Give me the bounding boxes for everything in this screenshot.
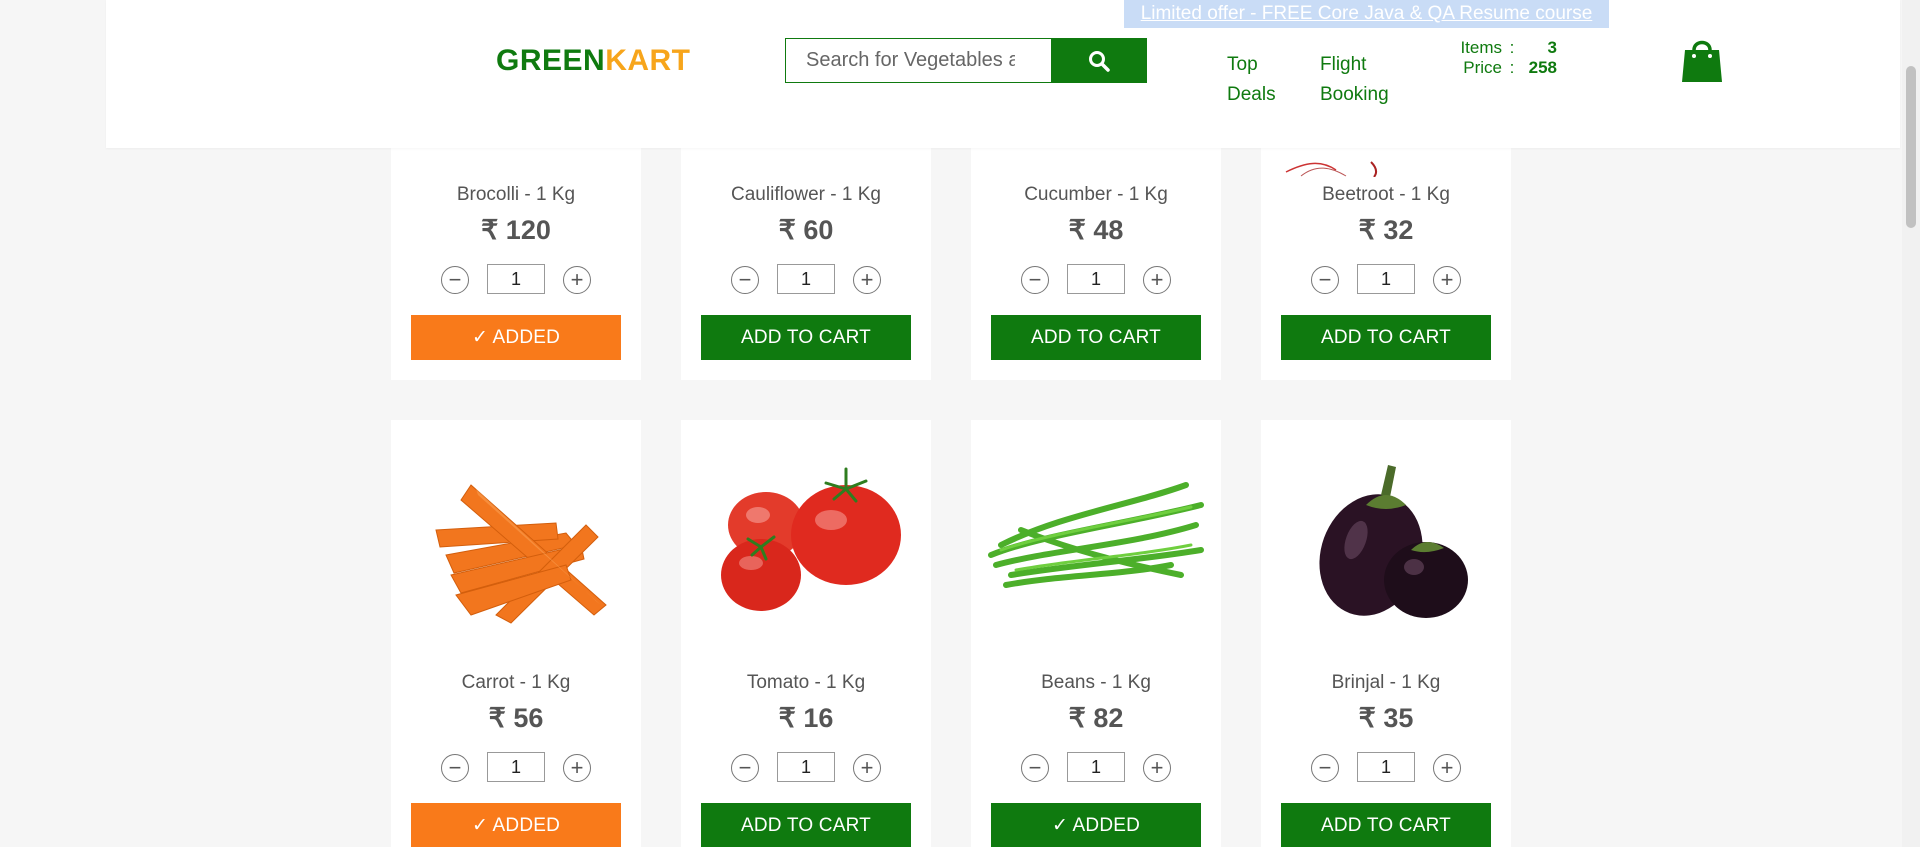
nav-top-deals-link[interactable]: Top Deals <box>1227 50 1276 110</box>
product-name: Beans - 1 Kg <box>1041 672 1151 693</box>
product-card-cauliflower: Cauliflower - 1 Kg ₹ 60 − + ADD TO CART <box>681 120 931 380</box>
product-price: ₹ 56 <box>488 703 544 733</box>
cart-bag-icon[interactable] <box>1681 36 1723 84</box>
increment-button[interactable]: + <box>1433 754 1461 782</box>
product-name: Carrot - 1 Kg <box>461 672 571 693</box>
quantity-stepper: − + <box>1021 752 1171 784</box>
product-card-beetroot: Beetroot - 1 Kg ₹ 32 − + ADD TO CART <box>1261 120 1511 380</box>
product-price: ₹ 32 <box>1358 215 1414 245</box>
decrement-button[interactable]: − <box>1021 266 1049 294</box>
increment-button[interactable]: + <box>563 266 591 294</box>
cart-items-label: Items <box>1460 38 1502 57</box>
cart-price-separator: : <box>1509 58 1515 77</box>
scrollbar-thumb[interactable] <box>1906 66 1916 228</box>
decrement-button[interactable]: − <box>1311 754 1339 782</box>
nav-top-deals-line1: Top <box>1227 54 1258 75</box>
add-to-cart-button[interactable]: ADD TO CART <box>1281 315 1491 360</box>
cart-items-separator: : <box>1509 38 1515 57</box>
quantity-stepper: − + <box>731 752 881 784</box>
quantity-input[interactable] <box>1357 752 1415 782</box>
cart-price-label: Price <box>1463 58 1502 77</box>
quantity-stepper: − + <box>441 264 591 296</box>
quantity-input[interactable] <box>1067 752 1125 782</box>
product-card-carrot: Carrot - 1 Kg ₹ 56 − + ✓ ADDED <box>391 420 641 847</box>
quantity-stepper: − + <box>731 264 881 296</box>
product-name: Beetroot - 1 Kg <box>1322 184 1450 205</box>
quantity-input[interactable] <box>1067 264 1125 294</box>
quantity-input[interactable] <box>777 752 835 782</box>
product-price: ₹ 48 <box>1068 215 1124 245</box>
product-name: Cauliflower - 1 Kg <box>731 184 881 205</box>
product-card-beans: Beans - 1 Kg ₹ 82 − + ✓ ADDED <box>971 420 1221 847</box>
product-price: ₹ 60 <box>778 215 834 245</box>
added-button[interactable]: ✓ ADDED <box>411 315 621 360</box>
quantity-input[interactable] <box>777 264 835 294</box>
nav-top-deals-line2: Deals <box>1227 84 1276 105</box>
product-name: Cucumber - 1 Kg <box>1024 184 1168 205</box>
nav-flight-booking-link[interactable]: Flight Booking <box>1320 50 1389 110</box>
product-name: Tomato - 1 Kg <box>746 672 866 693</box>
cart-info: Items : 3 Price : 258 <box>1450 38 1557 78</box>
quantity-input[interactable] <box>487 752 545 782</box>
add-to-cart-button[interactable]: ADD TO CART <box>991 315 1201 360</box>
increment-button[interactable]: + <box>1143 754 1171 782</box>
product-card-brinjal: Brinjal - 1 Kg ₹ 35 − + ADD TO CART <box>1261 420 1511 847</box>
increment-button[interactable]: + <box>853 754 881 782</box>
logo-green-text: GREEN <box>496 44 606 77</box>
increment-button[interactable]: + <box>563 754 591 782</box>
nav-flight-line2: Booking <box>1320 84 1389 105</box>
cart-price-value: 258 <box>1528 58 1557 77</box>
product-price: ₹ 82 <box>1068 703 1124 733</box>
add-to-cart-button[interactable]: ADD TO CART <box>701 315 911 360</box>
decrement-button[interactable]: − <box>1311 266 1339 294</box>
limited-offer-link[interactable]: Limited offer - FREE Core Java & QA Resu… <box>1124 0 1609 28</box>
brinjal-image <box>1286 450 1486 630</box>
cart-items-count: 3 <box>1547 38 1557 57</box>
page-scrollbar[interactable] <box>1902 0 1920 847</box>
quantity-input[interactable] <box>487 264 545 294</box>
quantity-stepper: − + <box>1311 752 1461 784</box>
product-card-cucumber: Cucumber - 1 Kg ₹ 48 − + ADD TO CART <box>971 120 1221 380</box>
product-card-tomato: Tomato - 1 Kg ₹ 16 − + ADD TO CART <box>681 420 931 847</box>
add-to-cart-button[interactable]: ADD TO CART <box>701 803 911 847</box>
nav-flight-line1: Flight <box>1320 54 1367 75</box>
product-name: Brocolli - 1 Kg <box>456 184 576 205</box>
decrement-button[interactable]: − <box>731 266 759 294</box>
added-button[interactable]: ✓ ADDED <box>411 803 621 847</box>
quantity-input[interactable] <box>1357 264 1415 294</box>
search-button[interactable] <box>1051 38 1147 83</box>
beans-image <box>981 450 1211 630</box>
increment-button[interactable]: + <box>1433 266 1461 294</box>
decrement-button[interactable]: − <box>441 754 469 782</box>
logo-orange-text: KART <box>605 44 691 77</box>
added-button[interactable]: ✓ ADDED <box>991 803 1201 847</box>
add-to-cart-button[interactable]: ADD TO CART <box>1281 803 1491 847</box>
product-price: ₹ 16 <box>778 703 834 733</box>
search-input[interactable] <box>785 38 1053 83</box>
increment-button[interactable]: + <box>1143 266 1171 294</box>
product-card-brocolli: Brocolli - 1 Kg ₹ 120 − + ✓ ADDED <box>391 120 641 380</box>
product-name: Brinjal - 1 Kg <box>1331 672 1441 693</box>
search-icon <box>1089 50 1110 72</box>
decrement-button[interactable]: − <box>731 754 759 782</box>
product-price: ₹ 35 <box>1358 703 1414 733</box>
site-header: GREENKART Top Deals Flight Booking Items… <box>106 0 1900 148</box>
tomato-image <box>706 450 906 630</box>
quantity-stepper: − + <box>1311 264 1461 296</box>
carrot-image <box>416 450 616 630</box>
decrement-button[interactable]: − <box>441 266 469 294</box>
increment-button[interactable]: + <box>853 266 881 294</box>
logo[interactable]: GREENKART <box>496 44 691 78</box>
decrement-button[interactable]: − <box>1021 754 1049 782</box>
product-price: ₹ 120 <box>481 215 551 245</box>
quantity-stepper: − + <box>441 752 591 784</box>
quantity-stepper: − + <box>1021 264 1171 296</box>
